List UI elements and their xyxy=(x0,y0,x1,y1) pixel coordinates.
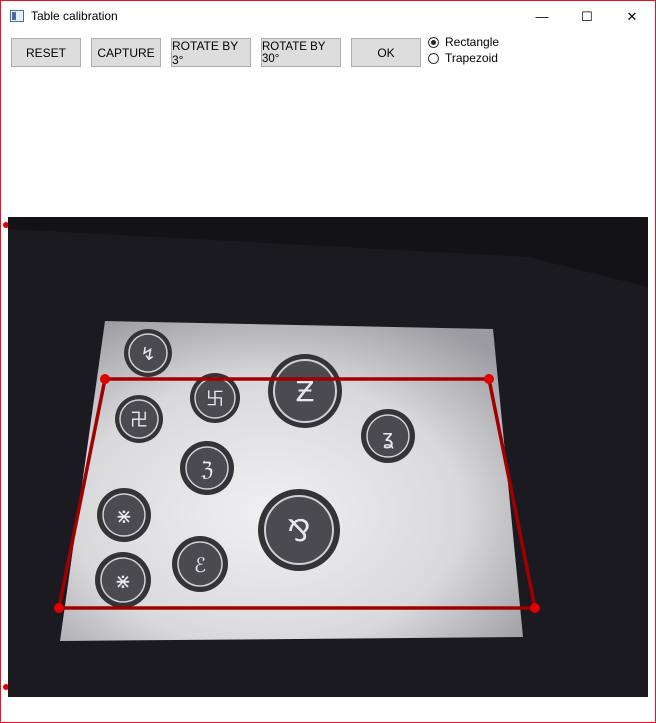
radio-rectangle[interactable]: Rectangle xyxy=(428,35,499,49)
corner-handle-top-right[interactable] xyxy=(484,374,494,384)
rotate-3-button[interactable]: ROTATE BY 3° xyxy=(171,38,251,67)
marker-8: ⅋ xyxy=(258,489,340,571)
window-title: Table calibration xyxy=(31,9,118,23)
rotate-30-button[interactable]: ROTATE BY 30° xyxy=(261,38,341,67)
svg-text:ʓ: ʓ xyxy=(382,425,394,449)
marker-7: ⋇ xyxy=(97,488,151,542)
svg-text:⋇: ⋇ xyxy=(116,504,133,528)
calibration-window: Table calibration — ☐ ✕ RESET CAPTURE RO… xyxy=(0,0,656,723)
marker-10: ⋇ xyxy=(95,552,151,608)
marker-5: ʓ xyxy=(361,409,415,463)
svg-text:卍: 卍 xyxy=(130,410,148,431)
camera-view[interactable]: ↯ 卍 卐 Ƶ ʓ ℨ ⋇ ⅋ ℰ ⋇ xyxy=(8,217,648,697)
app-icon xyxy=(10,10,24,22)
maximize-button[interactable]: ☐ xyxy=(564,1,610,32)
radio-trapezoid-label: Trapezoid xyxy=(445,51,498,65)
svg-text:ℨ: ℨ xyxy=(201,457,213,481)
close-button[interactable]: ✕ xyxy=(609,1,655,32)
reset-button[interactable]: RESET xyxy=(11,38,81,67)
ok-button[interactable]: OK xyxy=(351,38,421,67)
corner-handle-top-left[interactable] xyxy=(100,374,110,384)
svg-text:ℰ: ℰ xyxy=(194,553,206,577)
title-bar[interactable]: Table calibration — ☐ ✕ xyxy=(1,1,655,32)
radio-checked-icon xyxy=(428,36,439,48)
minimize-button[interactable]: — xyxy=(519,1,565,32)
radio-rectangle-label: Rectangle xyxy=(445,35,500,49)
corner-handle-bottom-right[interactable] xyxy=(530,603,540,613)
minimize-icon: — xyxy=(535,9,549,24)
marker-6: ℨ xyxy=(180,441,234,495)
marker-1: ↯ xyxy=(124,329,172,377)
radio-trapezoid[interactable]: Trapezoid xyxy=(428,51,498,65)
corner-handle-bottom-left[interactable] xyxy=(54,603,64,613)
svg-text:卐: 卐 xyxy=(206,389,224,410)
marker-9: ℰ xyxy=(172,536,228,592)
capture-button[interactable]: CAPTURE xyxy=(91,38,161,67)
close-icon: ✕ xyxy=(626,8,638,24)
svg-text:⋇: ⋇ xyxy=(115,569,132,593)
camera-image: ↯ 卍 卐 Ƶ ʓ ℨ ⋇ ⅋ ℰ ⋇ xyxy=(8,217,648,697)
marker-4: Ƶ xyxy=(268,354,342,428)
svg-text:⅋: ⅋ xyxy=(287,514,310,549)
radio-unchecked-icon xyxy=(428,52,439,64)
marker-2: 卍 xyxy=(115,395,163,443)
maximize-icon: ☐ xyxy=(581,8,593,24)
svg-text:↯: ↯ xyxy=(140,344,155,365)
